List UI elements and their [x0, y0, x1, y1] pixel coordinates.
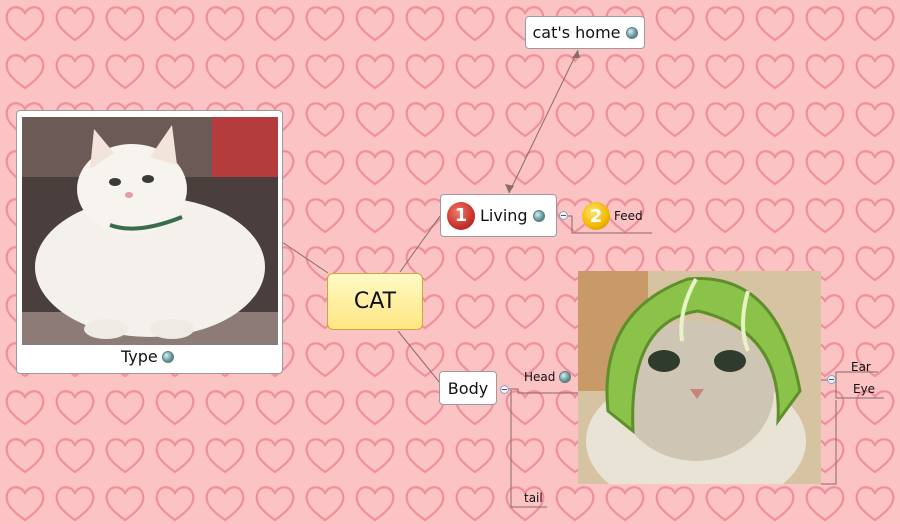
cat-in-melon-helmet-photo[interactable] [578, 271, 821, 484]
eye-topic-label: Eye [853, 382, 876, 396]
central-topic-label: CAT [353, 289, 397, 314]
globe-icon[interactable] [559, 371, 572, 383]
connector-cat-living [399, 215, 441, 273]
connector-body-tail [510, 390, 547, 508]
globe-icon[interactable] [161, 350, 174, 363]
home-topic-label: cat's home [532, 23, 621, 42]
ear-topic[interactable]: Ear [851, 360, 871, 374]
central-topic[interactable]: CAT [327, 273, 423, 330]
head-collapse-toggle[interactable] [827, 375, 836, 384]
eye-topic[interactable]: Eye [853, 382, 875, 396]
globe-icon[interactable] [532, 209, 545, 222]
body-collapse-toggle[interactable] [500, 385, 509, 394]
type-label-text: Type [121, 347, 158, 366]
head-topic[interactable]: Head [524, 370, 572, 384]
ear-topic-label: Ear [851, 360, 871, 374]
type-topic-label: Type [121, 347, 174, 366]
living-collapse-toggle[interactable] [559, 211, 568, 220]
connector-body-head [508, 388, 578, 394]
feed-topic[interactable]: 2 Feed [582, 202, 643, 230]
arrowhead-home [572, 50, 580, 58]
connector-head-bottom [821, 400, 837, 485]
living-topic[interactable]: 1 Living [440, 194, 557, 237]
head-topic-label: Head [524, 370, 556, 384]
living-topic-label: Living [480, 206, 528, 225]
tail-topic[interactable]: tail [524, 491, 543, 505]
type-topic-card[interactable]: Type [16, 110, 283, 374]
connector-home-living [508, 49, 579, 194]
body-topic-label: Body [447, 378, 489, 398]
globe-icon[interactable] [625, 26, 638, 39]
tail-topic-label: tail [524, 491, 543, 505]
home-topic[interactable]: cat's home [525, 16, 645, 49]
connector-cat-body [397, 330, 441, 384]
white-cat-photo [22, 117, 278, 345]
priority-1-icon: 1 [447, 201, 475, 230]
body-topic[interactable]: Body [439, 371, 497, 405]
feed-topic-label: Feed [614, 209, 643, 223]
connector-cat-type [281, 241, 329, 274]
priority-2-icon: 2 [582, 202, 610, 230]
